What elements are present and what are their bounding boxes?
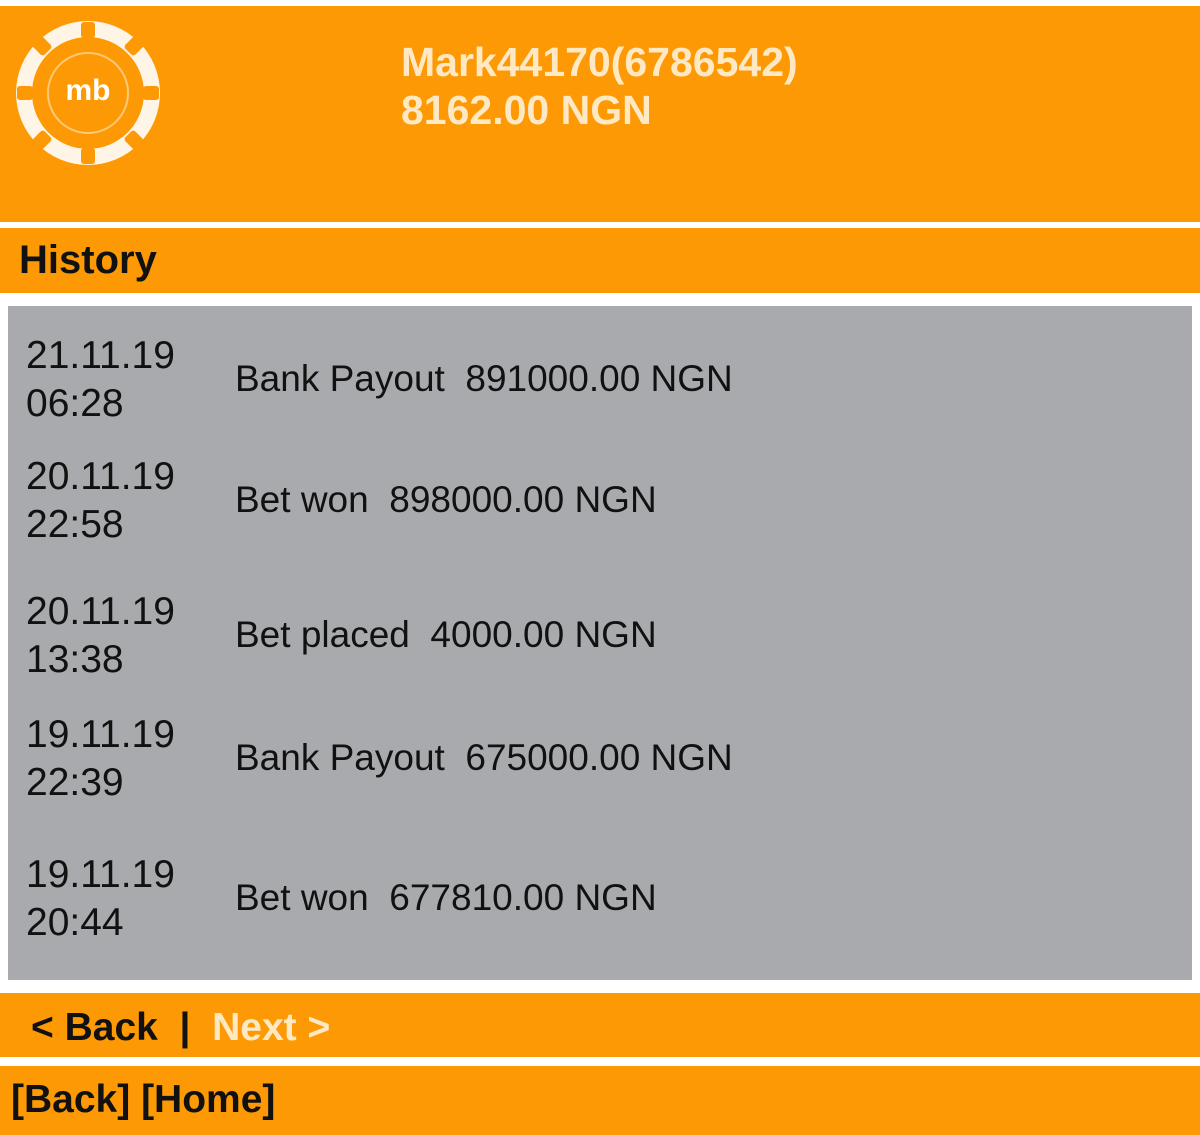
entry-datetime: 19.11.19 22:39 xyxy=(26,711,175,807)
entry-type: Bank Payout xyxy=(235,737,445,778)
username-label: Mark44170(6786542) xyxy=(401,39,798,85)
entry-time: 22:39 xyxy=(26,761,124,804)
entry-description: Bet won 898000.00 NGN xyxy=(235,477,657,523)
entry-type: Bet placed xyxy=(235,614,410,655)
entry-datetime: 19.11.19 20:44 xyxy=(26,851,175,947)
account-summary: Mark44170(6786542) 8162.00 NGN xyxy=(401,38,798,134)
entry-date: 20.11.19 xyxy=(26,455,175,498)
entry-description: Bet placed 4000.00 NGN xyxy=(235,612,657,658)
entry-description: Bank Payout 891000.00 NGN xyxy=(235,356,733,402)
entry-time: 22:58 xyxy=(26,503,124,546)
history-list: 21.11.19 06:28 Bank Payout 891000.00 NGN… xyxy=(8,306,1192,980)
entry-date: 19.11.19 xyxy=(26,853,175,896)
pager-separator: | xyxy=(179,1006,191,1049)
footer-home-link[interactable]: [Home] xyxy=(141,1078,275,1121)
entry-type: Bet won xyxy=(235,479,369,520)
entry-description: Bank Payout 675000.00 NGN xyxy=(235,735,733,781)
entry-datetime: 20.11.19 13:38 xyxy=(26,588,175,684)
entry-amount: 675000.00 NGN xyxy=(465,737,733,778)
footer-back-link[interactable]: [Back] xyxy=(11,1078,130,1121)
section-header-bar xyxy=(0,228,1200,293)
entry-amount: 4000.00 NGN xyxy=(430,614,657,655)
pager-next-link[interactable]: Next > xyxy=(212,1006,330,1049)
pager-back-link[interactable]: < Back xyxy=(31,1006,158,1049)
entry-time: 13:38 xyxy=(26,638,124,681)
entry-amount: 677810.00 NGN xyxy=(389,877,657,918)
entry-description: Bet won 677810.00 NGN xyxy=(235,875,657,921)
entry-date: 19.11.19 xyxy=(26,713,175,756)
entry-date: 20.11.19 xyxy=(26,590,175,633)
pagination: < Back | Next > xyxy=(31,1005,330,1051)
page-title: History xyxy=(19,238,157,282)
entry-type: Bet won xyxy=(235,877,369,918)
balance-label: 8162.00 NGN xyxy=(401,87,652,133)
mb-logo-icon[interactable]: mb xyxy=(15,20,161,166)
entry-time: 20:44 xyxy=(26,901,124,944)
entry-time: 06:28 xyxy=(26,382,124,425)
entry-type: Bank Payout xyxy=(235,358,445,399)
logo-text: mb xyxy=(66,74,111,107)
entry-datetime: 20.11.19 22:58 xyxy=(26,453,175,549)
entry-datetime: 21.11.19 06:28 xyxy=(26,332,175,428)
footer-nav: [Back] [Home] xyxy=(11,1077,275,1123)
entry-date: 21.11.19 xyxy=(26,334,175,377)
entry-amount: 891000.00 NGN xyxy=(465,358,733,399)
entry-amount: 898000.00 NGN xyxy=(389,479,657,520)
